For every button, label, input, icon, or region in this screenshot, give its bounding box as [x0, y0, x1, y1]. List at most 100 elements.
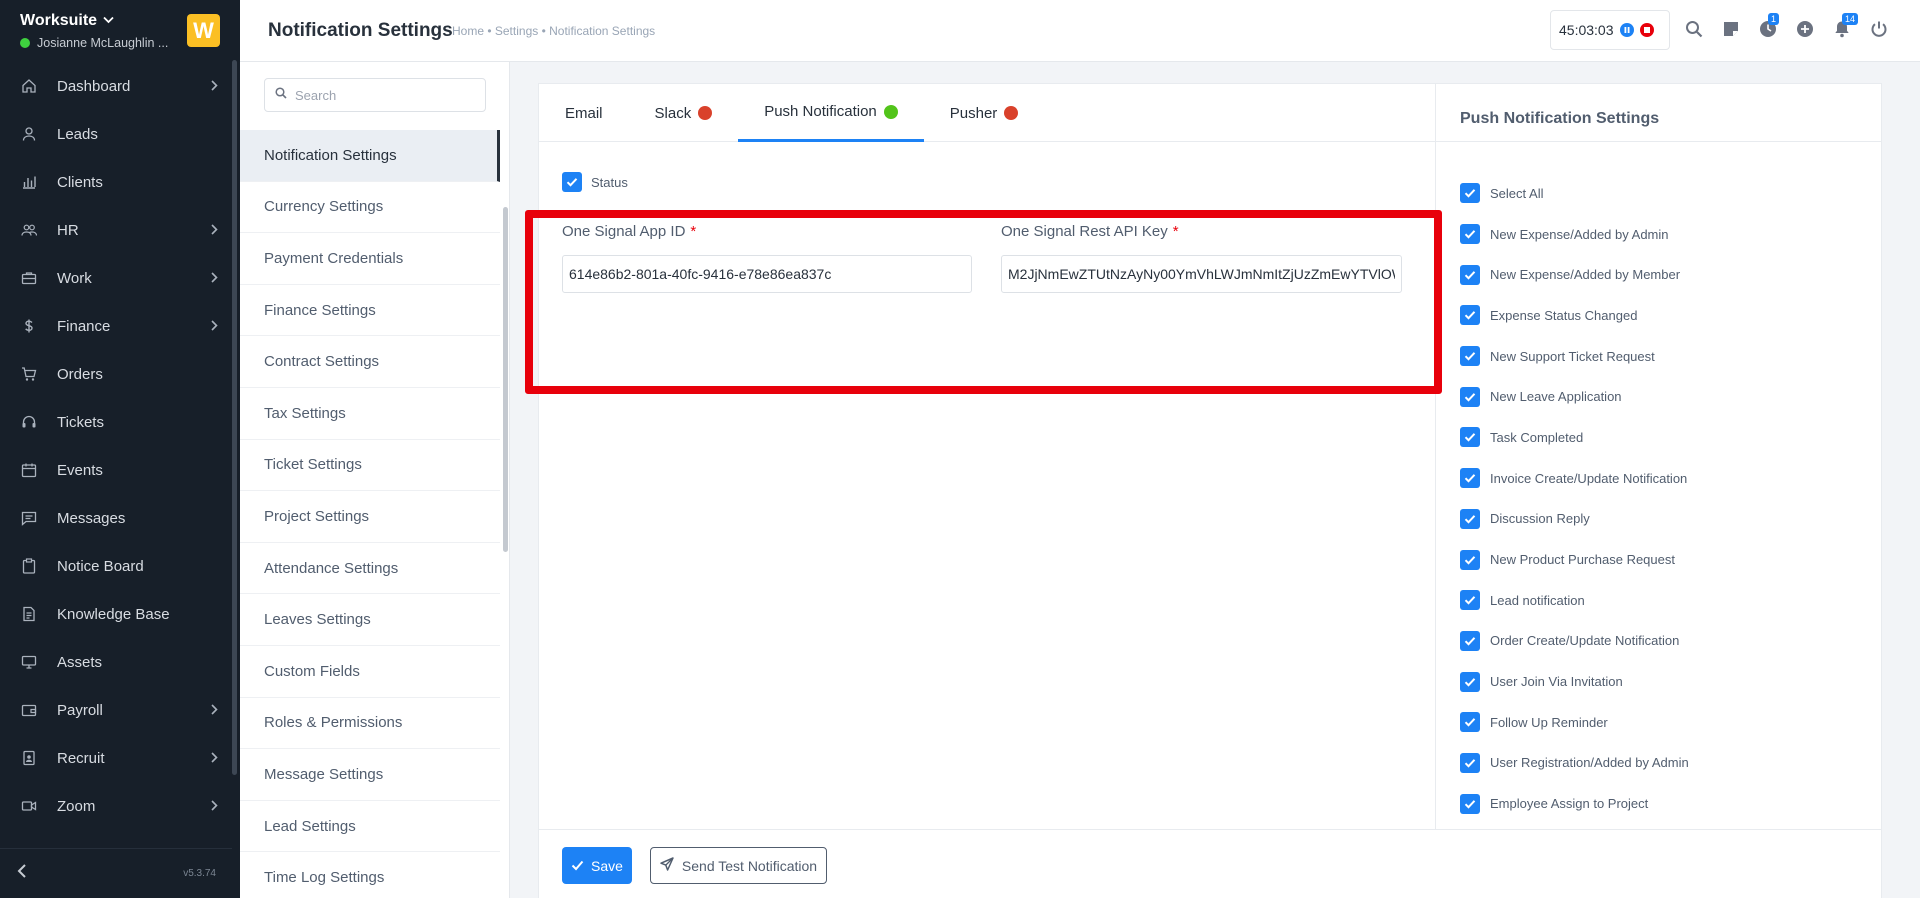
- api-key-input[interactable]: [1001, 255, 1402, 293]
- option-checkbox[interactable]: [1460, 671, 1480, 692]
- settings-item-currency-settings[interactable]: Currency Settings: [240, 182, 500, 234]
- option-checkbox[interactable]: [1460, 305, 1480, 326]
- clock-icon[interactable]: 1: [1758, 13, 1780, 39]
- settings-item-leaves-settings[interactable]: Leaves Settings: [240, 594, 500, 646]
- option-select-all[interactable]: Select All: [1460, 173, 1882, 214]
- sidebar-item-assets[interactable]: Assets: [0, 638, 240, 686]
- sidebar-item-notice-board[interactable]: Notice Board: [0, 542, 240, 590]
- options-title: Push Notification Settings: [1436, 84, 1882, 142]
- option-user-join-via-invitation[interactable]: User Join Via Invitation: [1460, 661, 1882, 702]
- option-checkbox[interactable]: [1460, 549, 1480, 570]
- option-checkbox[interactable]: [1460, 590, 1480, 611]
- save-button[interactable]: Save: [562, 847, 632, 884]
- status-checkbox[interactable]: [562, 172, 582, 192]
- option-checkbox[interactable]: [1460, 386, 1480, 407]
- option-employee-assign-to-project[interactable]: Employee Assign to Project: [1460, 783, 1882, 824]
- option-user-registration-added-by-admin[interactable]: User Registration/Added by Admin: [1460, 743, 1882, 784]
- settings-item-lead-settings[interactable]: Lead Settings: [240, 801, 500, 853]
- option-checkbox[interactable]: [1460, 346, 1480, 367]
- option-label: New Expense/Added by Member: [1490, 267, 1681, 283]
- time-tracker[interactable]: 45:03:03: [1550, 10, 1670, 50]
- status-checkbox-row[interactable]: Status: [562, 172, 628, 192]
- settings-item-finance-settings[interactable]: Finance Settings: [240, 285, 500, 337]
- settings-item-tax-settings[interactable]: Tax Settings: [240, 388, 500, 440]
- option-new-expense-added-by-admin[interactable]: New Expense/Added by Admin: [1460, 214, 1882, 255]
- bell-icon[interactable]: 14: [1832, 13, 1859, 39]
- option-invoice-create-update-notification[interactable]: Invoice Create/Update Notification: [1460, 458, 1882, 499]
- option-checkbox[interactable]: [1460, 224, 1480, 245]
- sidebar-item-orders[interactable]: Orders: [0, 350, 240, 398]
- chevron-right-icon: [211, 751, 218, 766]
- tab-email[interactable]: Email: [539, 84, 629, 142]
- option-task-completed[interactable]: Task Completed: [1460, 417, 1882, 458]
- search-icon[interactable]: [1684, 19, 1704, 39]
- sidebar-item-leads[interactable]: Leads: [0, 110, 240, 158]
- pause-icon[interactable]: [1619, 23, 1634, 37]
- sidebar-item-clients[interactable]: Clients: [0, 158, 240, 206]
- sidebar-item-messages[interactable]: Messages: [0, 494, 240, 542]
- add-circle-icon[interactable]: [1795, 19, 1815, 39]
- tab-push-notification[interactable]: Push Notification: [738, 84, 924, 142]
- settings-scrollbar[interactable]: [503, 207, 508, 552]
- option-checkbox[interactable]: [1460, 712, 1480, 733]
- option-order-create-update-notification[interactable]: Order Create/Update Notification: [1460, 621, 1882, 662]
- option-checkbox[interactable]: [1460, 427, 1480, 448]
- option-new-leave-application[interactable]: New Leave Application: [1460, 376, 1882, 417]
- option-expense-status-changed[interactable]: Expense Status Changed: [1460, 295, 1882, 336]
- tab-pusher[interactable]: Pusher: [924, 84, 1045, 142]
- app-id-label-text: One Signal App ID: [562, 223, 686, 240]
- option-checkbox[interactable]: [1460, 508, 1480, 529]
- option-checkbox[interactable]: [1460, 468, 1480, 489]
- option-discussion-reply[interactable]: Discussion Reply: [1460, 499, 1882, 540]
- option-checkbox[interactable]: [1460, 630, 1480, 651]
- option-label: New Support Ticket Request: [1490, 348, 1655, 364]
- settings-item-message-settings[interactable]: Message Settings: [240, 749, 500, 801]
- sidebar-item-work[interactable]: Work: [0, 254, 240, 302]
- tab-slack[interactable]: Slack: [629, 84, 739, 142]
- power-icon[interactable]: [1869, 19, 1889, 39]
- option-new-support-ticket-request[interactable]: New Support Ticket Request: [1460, 336, 1882, 377]
- sidebar-item-recruit[interactable]: Recruit: [0, 734, 240, 782]
- app-id-input[interactable]: [562, 255, 972, 293]
- option-checkbox[interactable]: [1460, 752, 1480, 773]
- sidebar-item-hr[interactable]: HR: [0, 206, 240, 254]
- people-icon: [20, 221, 38, 239]
- option-lead-notification[interactable]: Lead notification: [1460, 580, 1882, 621]
- sidebar-item-label: Messages: [57, 509, 126, 527]
- settings-item-project-settings[interactable]: Project Settings: [240, 491, 500, 543]
- option-checkbox[interactable]: [1460, 264, 1480, 285]
- sidebar-item-zoom[interactable]: Zoom: [0, 782, 240, 830]
- sidebar-item-payroll[interactable]: Payroll: [0, 686, 240, 734]
- paper-plane-icon: [660, 857, 674, 874]
- settings-item-contract-settings[interactable]: Contract Settings: [240, 336, 500, 388]
- app-name: Worksuite: [20, 12, 98, 29]
- settings-item-attendance-settings[interactable]: Attendance Settings: [240, 543, 500, 595]
- option-label: User Join Via Invitation: [1490, 674, 1623, 690]
- settings-item-time-log-settings[interactable]: Time Log Settings: [240, 852, 500, 898]
- settings-item-notification-settings[interactable]: Notification Settings: [240, 130, 500, 182]
- settings-item-custom-fields[interactable]: Custom Fields: [240, 646, 500, 698]
- option-new-expense-added-by-member[interactable]: New Expense/Added by Member: [1460, 254, 1882, 295]
- person-icon: [20, 125, 38, 143]
- option-checkbox[interactable]: [1460, 183, 1480, 204]
- stop-icon[interactable]: [1639, 23, 1654, 37]
- option-checkbox[interactable]: [1460, 793, 1480, 814]
- settings-search[interactable]: [264, 78, 486, 112]
- settings-item-payment-credentials[interactable]: Payment Credentials: [240, 233, 500, 285]
- sidebar-item-tickets[interactable]: Tickets: [0, 398, 240, 446]
- settings-item-ticket-settings[interactable]: Ticket Settings: [240, 440, 500, 492]
- company-logo[interactable]: W: [187, 14, 220, 47]
- collapse-sidebar-icon[interactable]: [16, 862, 28, 885]
- chevron-right-icon: [211, 223, 218, 238]
- sidebar-scrollbar[interactable]: [232, 60, 237, 775]
- option-new-product-purchase-request[interactable]: New Product Purchase Request: [1460, 539, 1882, 580]
- sidebar-item-knowledge-base[interactable]: Knowledge Base: [0, 590, 240, 638]
- send-test-notification-button[interactable]: Send Test Notification: [650, 847, 827, 884]
- sidebar-item-dashboard[interactable]: Dashboard: [0, 62, 240, 110]
- search-input[interactable]: [295, 87, 475, 103]
- settings-item-roles-permissions[interactable]: Roles & Permissions: [240, 698, 500, 750]
- sidebar-item-finance[interactable]: Finance: [0, 302, 240, 350]
- option-follow-up-reminder[interactable]: Follow Up Reminder: [1460, 702, 1882, 743]
- sidebar-item-events[interactable]: Events: [0, 446, 240, 494]
- sticky-note-icon[interactable]: [1721, 19, 1741, 39]
